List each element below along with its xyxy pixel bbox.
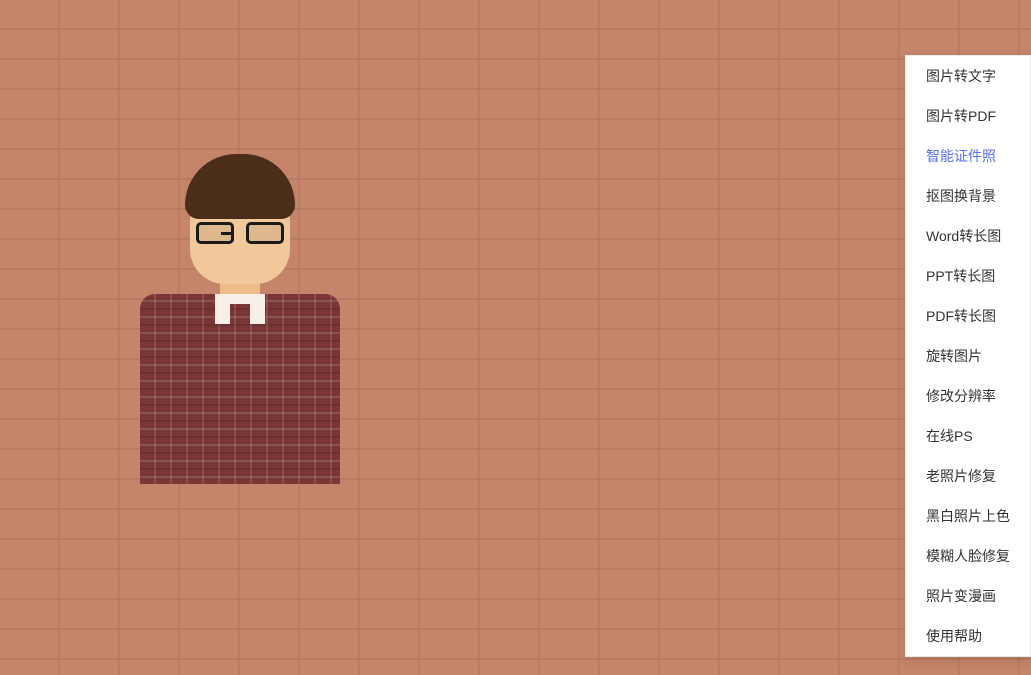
dropdown-help[interactable]: 使用帮助 (906, 616, 1030, 656)
person-glasses (196, 222, 284, 246)
shirt-collar (215, 294, 265, 324)
dropdown-face-repair[interactable]: 模糊人脸修复 (906, 536, 1030, 576)
dropdown-old-photo[interactable]: 老照片修复 (906, 456, 1030, 496)
dropdown-resolution[interactable]: 修改分辨率 (906, 376, 1030, 416)
dropdown-cartoon[interactable]: 照片变漫画 (906, 576, 1030, 616)
person-hair (185, 154, 295, 219)
dropdown-colorize[interactable]: 黑白照片上色 (906, 496, 1030, 536)
dropdown-smart-id[interactable]: 智能证件照 (906, 136, 1030, 176)
dropdown-rotate[interactable]: 旋转图片 (906, 336, 1030, 376)
dropdown-cutout[interactable]: 抠图换背景 (906, 176, 1030, 216)
dropdown-word-to-long[interactable]: Word转长图 (906, 216, 1030, 256)
dropdown-pdf-to-long[interactable]: PDF转长图 (906, 296, 1030, 336)
dropdown-img-to-pdf[interactable]: 图片转PDF (906, 96, 1030, 136)
dropdown-img-to-text[interactable]: 图片转文字 (906, 56, 1030, 96)
dropdown-ppt-to-long[interactable]: PPT转长图 (906, 256, 1030, 296)
dropdown-online-ps[interactable]: 在线PS (906, 416, 1030, 456)
dropdown-menu: 图片转文字 图片转PDF 智能证件照 抠图换背景 Word转长图 PPT转长图 … (905, 55, 1031, 657)
left-panel: 原图 效果图 (0, 75, 660, 655)
person-body (140, 294, 340, 484)
main-content: 原图 效果图 (0, 55, 1031, 675)
image-preview (30, 124, 450, 484)
